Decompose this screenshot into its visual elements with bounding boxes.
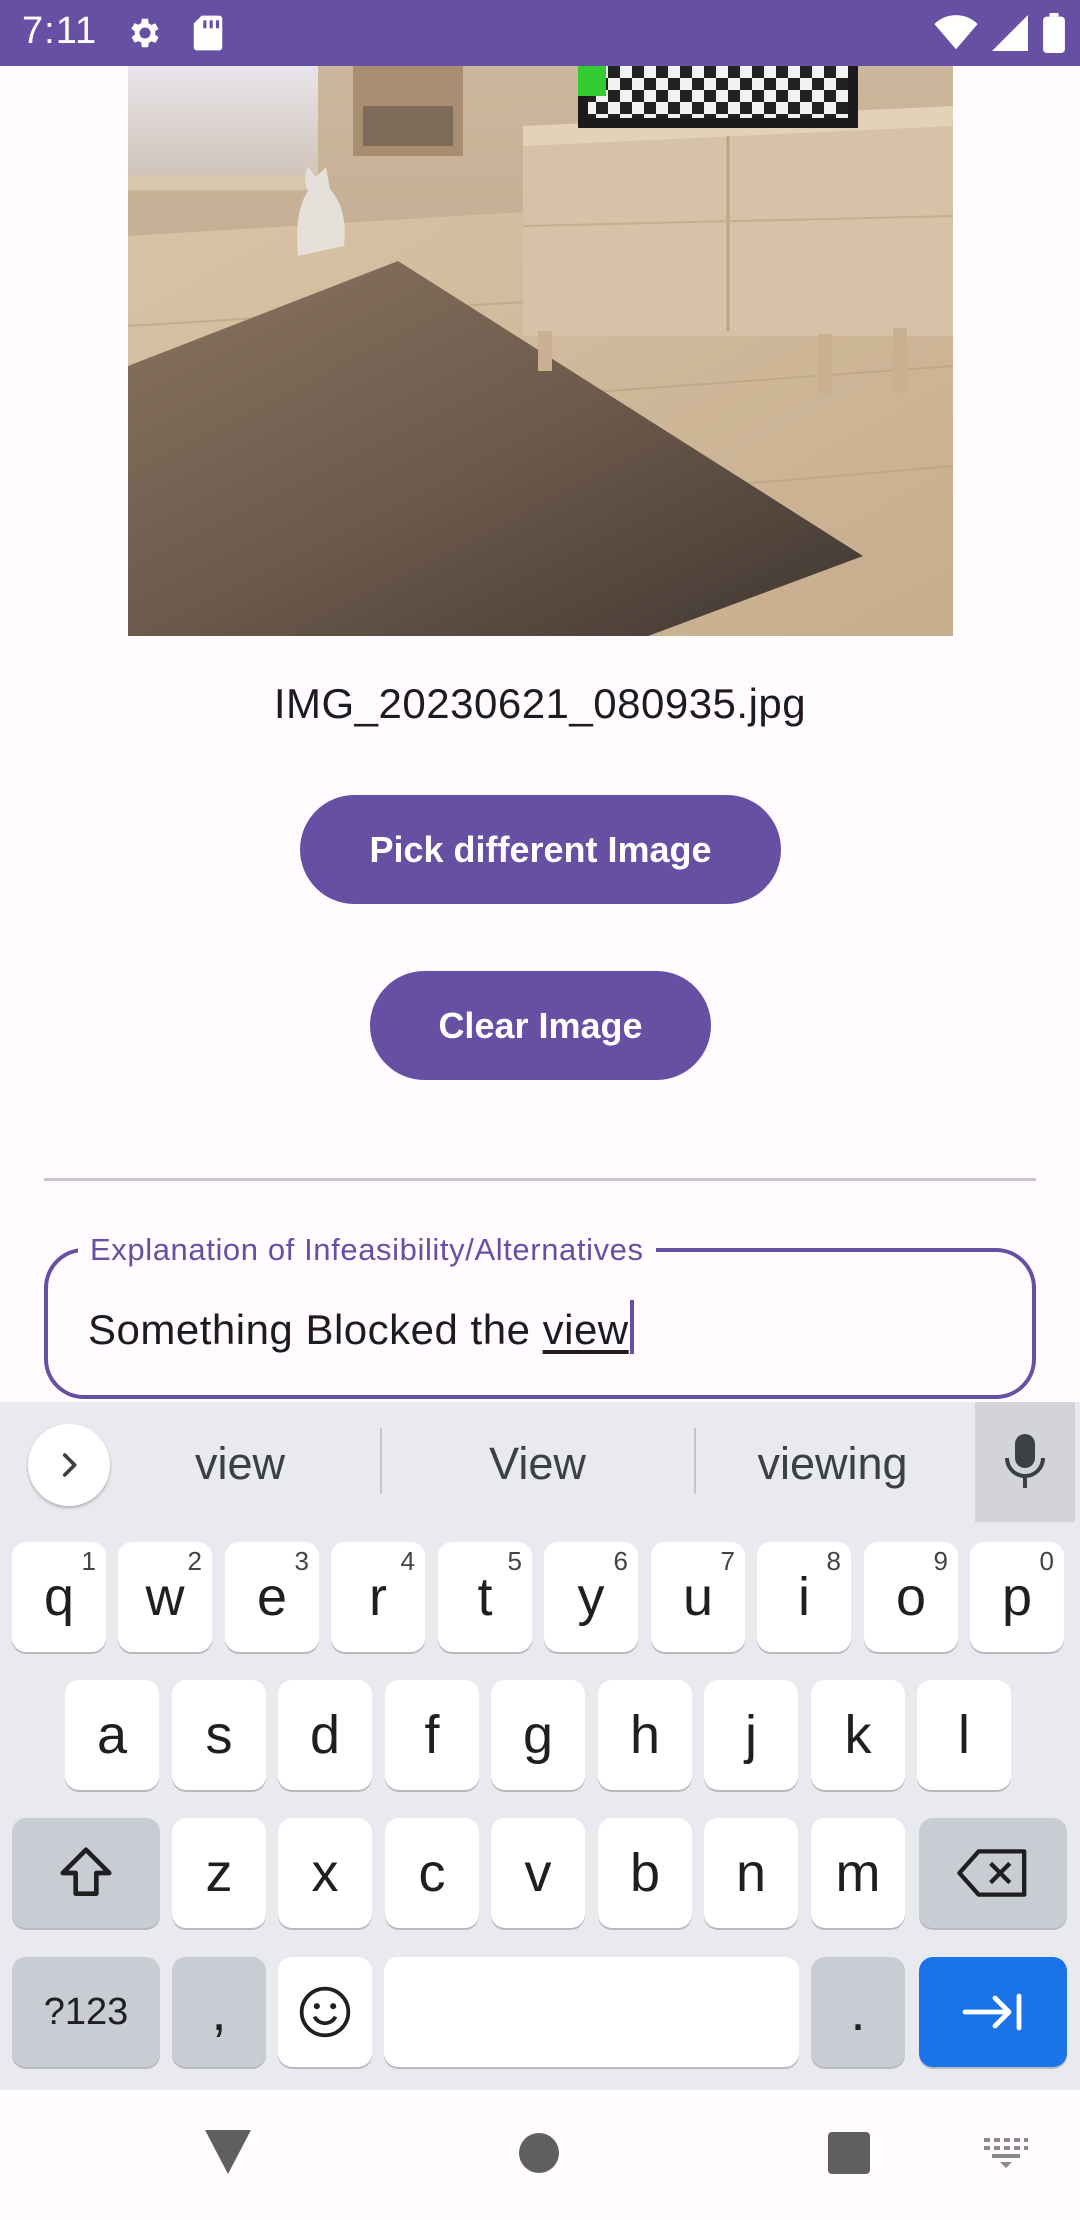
key-hint: 3 bbox=[294, 1546, 309, 1576]
key-g[interactable]: g bbox=[491, 1680, 585, 1790]
shift-icon bbox=[60, 1847, 112, 1896]
key-hint: 6 bbox=[613, 1546, 628, 1576]
home-circle-icon[interactable] bbox=[518, 2132, 560, 2174]
key-label: o bbox=[895, 1567, 927, 1627]
key-m[interactable]: m bbox=[811, 1818, 905, 1928]
key-l[interactable]: l bbox=[917, 1680, 1011, 1790]
explanation-field-label: Explanation of Infeasibility/Alternative… bbox=[78, 1232, 656, 1268]
key-i[interactable]: i8 bbox=[757, 1542, 851, 1652]
period-key[interactable]: . bbox=[811, 1957, 905, 2067]
key-label: t bbox=[477, 1567, 493, 1627]
suggestion-2[interactable]: View bbox=[390, 1438, 685, 1490]
clear-image-button[interactable]: Clear Image bbox=[370, 971, 711, 1080]
battery-icon bbox=[1043, 13, 1065, 53]
status-icons bbox=[934, 12, 1066, 54]
space-key[interactable] bbox=[384, 1957, 799, 2067]
key-u[interactable]: u7 bbox=[651, 1542, 745, 1652]
navigation-bar bbox=[0, 2090, 1080, 2220]
status-bar: 7:11 bbox=[0, 0, 1080, 66]
key-v[interactable]: v bbox=[491, 1818, 585, 1928]
key-f[interactable]: f bbox=[385, 1680, 479, 1790]
mic-icon[interactable] bbox=[975, 1402, 1075, 1522]
key-label: q bbox=[43, 1567, 75, 1627]
key-hint: 2 bbox=[187, 1546, 202, 1576]
keyboard-switch-icon[interactable] bbox=[982, 2136, 1030, 2168]
emoji-key[interactable] bbox=[278, 1957, 372, 2067]
suggestion-1[interactable]: view bbox=[110, 1438, 370, 1490]
recents-square-icon[interactable] bbox=[828, 2132, 870, 2174]
symbols-key[interactable]: ?123 bbox=[12, 1957, 160, 2067]
key-t[interactable]: t5 bbox=[438, 1542, 532, 1652]
key-q[interactable]: q1 bbox=[12, 1542, 106, 1652]
key-a[interactable]: a bbox=[65, 1680, 159, 1790]
suggestion-strip: view View viewing bbox=[0, 1402, 1080, 1522]
key-z[interactable]: z bbox=[172, 1818, 266, 1928]
key-r[interactable]: r4 bbox=[331, 1542, 425, 1652]
tab-arrow-icon bbox=[962, 1993, 1022, 2031]
field-value-composing-word: view bbox=[542, 1306, 629, 1353]
next-key[interactable] bbox=[919, 1957, 1067, 2067]
key-y[interactable]: y6 bbox=[544, 1542, 638, 1652]
key-p[interactable]: p0 bbox=[970, 1542, 1064, 1652]
key-c[interactable]: c bbox=[385, 1818, 479, 1928]
back-triangle-icon[interactable] bbox=[205, 2130, 251, 2174]
key-label: p bbox=[1001, 1567, 1033, 1627]
divider bbox=[44, 1178, 1036, 1181]
backspace-icon bbox=[957, 1849, 1027, 1897]
key-hint: 4 bbox=[400, 1546, 415, 1576]
text-cursor bbox=[629, 1300, 634, 1354]
suggestion-3[interactable]: viewing bbox=[700, 1438, 965, 1490]
sd-card-icon bbox=[193, 15, 223, 51]
key-h[interactable]: h bbox=[598, 1680, 692, 1790]
suggestion-separator bbox=[694, 1428, 696, 1494]
key-s[interactable]: s bbox=[172, 1680, 266, 1790]
soft-keyboard: view View viewing q1 w2 e3 r4 t5 y6 u7 i… bbox=[0, 1402, 1080, 2090]
wifi-icon bbox=[934, 15, 978, 50]
key-b[interactable]: b bbox=[598, 1818, 692, 1928]
key-label: u bbox=[682, 1567, 714, 1627]
key-label: r bbox=[369, 1567, 387, 1627]
key-o[interactable]: o9 bbox=[864, 1542, 958, 1652]
chevron-right-icon[interactable] bbox=[28, 1424, 110, 1506]
selected-image bbox=[128, 66, 953, 636]
signal-icon bbox=[992, 15, 1028, 51]
status-time: 7:11 bbox=[22, 10, 98, 52]
pick-different-image-button[interactable]: Pick different Image bbox=[300, 795, 781, 904]
key-label: e bbox=[256, 1567, 288, 1627]
key-e[interactable]: e3 bbox=[225, 1542, 319, 1652]
image-filename: IMG_20230621_080935.jpg bbox=[273, 680, 807, 727]
key-hint: 9 bbox=[933, 1546, 948, 1576]
comma-key[interactable]: , bbox=[172, 1957, 266, 2067]
gear-icon bbox=[131, 18, 159, 48]
key-hint: 8 bbox=[826, 1546, 841, 1576]
key-hint: 7 bbox=[720, 1546, 735, 1576]
key-label: y bbox=[577, 1567, 605, 1627]
key-label: w bbox=[145, 1567, 185, 1627]
key-label: i bbox=[798, 1567, 810, 1627]
explanation-field-value[interactable]: Something Blocked the view bbox=[88, 1300, 634, 1354]
shift-key[interactable] bbox=[12, 1818, 160, 1928]
key-k[interactable]: k bbox=[811, 1680, 905, 1790]
key-w[interactable]: w2 bbox=[118, 1542, 212, 1652]
key-d[interactable]: d bbox=[278, 1680, 372, 1790]
field-value-prefix: Something Blocked the bbox=[88, 1306, 543, 1353]
key-hint: 0 bbox=[1039, 1546, 1054, 1576]
key-j[interactable]: j bbox=[704, 1680, 798, 1790]
key-n[interactable]: n bbox=[704, 1818, 798, 1928]
key-hint: 5 bbox=[507, 1546, 522, 1576]
emoji-icon bbox=[299, 1986, 351, 2038]
suggestion-separator bbox=[380, 1428, 382, 1494]
backspace-key[interactable] bbox=[919, 1818, 1067, 1928]
key-hint: 1 bbox=[81, 1546, 96, 1576]
key-x[interactable]: x bbox=[278, 1818, 372, 1928]
